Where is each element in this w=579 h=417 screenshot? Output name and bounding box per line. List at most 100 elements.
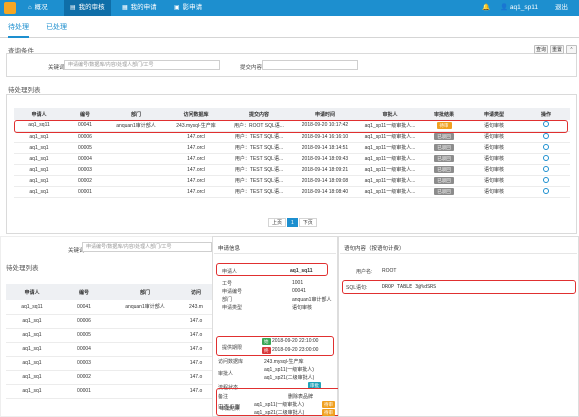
zoom-cell-db: 147.o [180, 356, 212, 371]
cell-type: 语句审核 [466, 153, 522, 165]
tab-processed[interactable]: 已处理 [46, 22, 67, 36]
view-detail-icon[interactable] [543, 132, 549, 139]
sql-statement-value: DROP TABLE 3@%dSRS [382, 284, 437, 290]
cell-dept [106, 142, 166, 154]
audit-result-label: 审批结果 [220, 406, 241, 412]
highlight-period [216, 336, 334, 356]
sql-panel-title: 语句内容（按语句计费） [344, 246, 405, 252]
col-type[interactable]: 申请类型 [466, 108, 522, 120]
zoom-table-row[interactable]: aq1_sq1 00004 147.o [6, 342, 212, 357]
cell-no: 00004 [64, 153, 106, 165]
col-time[interactable]: 申请时间 [292, 108, 358, 120]
zoom-cell-dept [110, 328, 180, 343]
detail-field-label: 工号 [222, 281, 233, 287]
bell-icon[interactable]: 🔔 [482, 0, 490, 16]
cell-dept [106, 164, 166, 176]
audit-result-1: aq1_sp11(一级审批人) [254, 402, 304, 408]
cell-action [522, 164, 570, 176]
status-badge: 已驳回 [434, 177, 454, 184]
cell-result: 已驳回 [422, 164, 466, 176]
cell-content: 用户：TEST SQL语... [226, 186, 292, 198]
view-detail-icon[interactable] [543, 176, 549, 183]
zoom-cell-dept [110, 314, 180, 329]
nav-shadow-apply[interactable]: ▣ 影申请 [168, 0, 208, 16]
view-detail-icon[interactable] [543, 154, 549, 161]
zoom-cell-no: 00003 [58, 356, 110, 371]
status-badge: 已驳回 [434, 155, 454, 162]
zoom-table-row[interactable]: aq1_sq1 00003 147.o [6, 356, 212, 371]
zoom-cell-applicant: aq1_sq11 [6, 300, 58, 315]
user-menu[interactable]: 👤 aq1_sp11 [500, 0, 538, 16]
col-no[interactable]: 编号 [64, 108, 106, 120]
collapse-button[interactable]: ⌃ [566, 45, 577, 54]
detail-field-value: 00041 [292, 288, 306, 294]
keyword-input[interactable]: 申请编号/数据库/内容/处理人部门/工号 [64, 60, 220, 70]
zoom-col-applicant[interactable]: 申请人 [6, 284, 58, 300]
zoom-cell-dept [110, 384, 180, 399]
search-button[interactable]: 查询 [534, 45, 548, 54]
zoom-table-row[interactable]: aq1_sq1 00001 147.o [6, 384, 212, 399]
cell-no: 00002 [64, 175, 106, 187]
nav-my-audit[interactable]: ▤ 我的审核 [64, 0, 111, 16]
status-badge: 已驳回 [434, 166, 454, 173]
zoom-table-row[interactable]: aq1_sq1 00006 147.o [6, 314, 212, 329]
next-page-button[interactable]: 下页 [298, 218, 317, 227]
zoom-cell-no: 00001 [58, 384, 110, 399]
zoom-col-no[interactable]: 编号 [58, 284, 110, 300]
cell-type: 语句审核 [466, 142, 522, 154]
cell-no: 00005 [64, 142, 106, 154]
highlight-first-row [14, 120, 568, 133]
zoom-cell-applicant: aq1_sq1 [6, 328, 58, 343]
zoom-cell-dept [110, 356, 180, 371]
prev-page-button[interactable]: 上页 [268, 218, 287, 227]
audit-status-1: 待审 [322, 401, 335, 408]
col-applicant[interactable]: 申请人 [14, 108, 64, 120]
detail-field-value: 1001 [292, 280, 304, 286]
zoom-cell-applicant: aq1_sq1 [6, 342, 58, 357]
status-badge: 已驳回 [434, 144, 454, 151]
view-detail-icon[interactable] [543, 165, 549, 172]
table-row[interactable]: aq1_sq1 00003 147.orcl 用户：TEST SQL语... 2018-… [14, 164, 570, 176]
zoom-cell-no: 00004 [58, 342, 110, 357]
sql-panel [338, 236, 579, 417]
cell-applicant: aq1_sq1 [14, 186, 64, 198]
cell-result: 已驳回 [422, 175, 466, 187]
zoom-cell-db: 147.o [180, 384, 212, 399]
cell-applicant: aq1_sq1 [14, 175, 64, 187]
zoom-table-row[interactable]: aq1_sq1 00005 147.o [6, 328, 212, 343]
audit-status-2: 待审 [322, 409, 335, 416]
time-input[interactable] [262, 60, 358, 70]
sql-user-value: ROOT [382, 268, 397, 274]
table-row[interactable]: aq1_sq1 00004 147.orcl 用户：TEST SQL语... 2018-… [14, 153, 570, 165]
nav-overview[interactable]: ⌂ 概况 [22, 0, 54, 16]
col-result[interactable]: 审批结果 [422, 108, 466, 120]
table-header-row: 申请人 编号 部门 访问数据库 提交内容 申请时间 审批人 审批结果 申请类型 … [14, 108, 570, 120]
home-icon: ⌂ [28, 5, 32, 11]
highlight-applicant [216, 263, 328, 276]
nav-my-apply[interactable]: ▦ 我的申请 [116, 0, 163, 16]
col-approver[interactable]: 审批人 [358, 108, 422, 120]
sql-statement-label: SQL语句: [346, 285, 368, 291]
zoom-table-row[interactable]: aq1_sq11 00041 anquan1审计部人 243.m [6, 300, 212, 315]
tab-pending[interactable]: 待处理 [8, 22, 29, 38]
zoom-col-dept[interactable]: 部门 [110, 284, 180, 300]
zoom-keyword-input[interactable]: 申请编号/数据库/内容/处理人部门/工号 [82, 242, 212, 252]
table-row[interactable]: aq1_sq1 00002 147.orcl 用户：TEST SQL语... 2018-… [14, 175, 570, 187]
page-1-button[interactable]: 1 [287, 218, 298, 227]
col-db[interactable]: 访问数据库 [166, 108, 226, 120]
col-content[interactable]: 提交内容 [226, 108, 292, 120]
view-detail-icon[interactable] [543, 143, 549, 150]
table-row[interactable]: aq1_sq1 00005 147.orcl 用户：TEST SQL语... 2018-… [14, 142, 570, 154]
zoom-cell-applicant: aq1_sq1 [6, 314, 58, 329]
reset-button[interactable]: 重置 [550, 45, 564, 54]
logout-button[interactable]: 退出 [555, 0, 568, 16]
col-dept[interactable]: 部门 [106, 108, 166, 120]
approver-1: aq1_sp11(一级审批人) [264, 367, 314, 373]
view-detail-icon[interactable] [543, 187, 549, 194]
db-label: 访问数据库 [218, 359, 244, 365]
zoom-cell-applicant: aq1_sq1 [6, 356, 58, 371]
zoom-table-row[interactable]: aq1_sq1 00002 147.o [6, 370, 212, 385]
table-row[interactable]: aq1_sq1 00001 147.orcl 用户：TEST SQL语... 2018-… [14, 186, 570, 198]
cell-type: 语句审核 [466, 175, 522, 187]
zoom-col-db[interactable]: 访问 [180, 284, 212, 300]
